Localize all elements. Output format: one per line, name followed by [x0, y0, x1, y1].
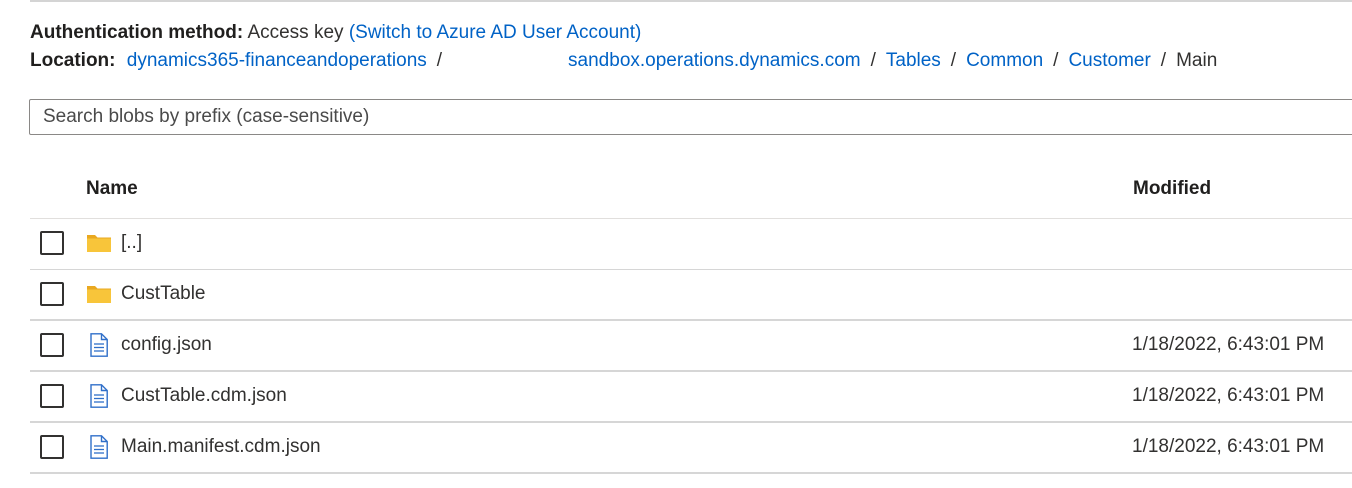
- breadcrumb-separator: /: [1053, 50, 1059, 71]
- row-checkbox[interactable]: [40, 384, 64, 408]
- table-row[interactable]: config.json 1/18/2022, 6:43:01 PM: [30, 321, 1352, 372]
- table-row[interactable]: CustTable: [30, 270, 1352, 321]
- breadcrumb-separator: /: [436, 50, 443, 71]
- row-checkbox[interactable]: [40, 282, 64, 306]
- breadcrumb-common[interactable]: Common: [966, 50, 1043, 71]
- row-modified: 1/18/2022, 6:43:01 PM: [1132, 334, 1325, 355]
- auth-info: Authentication method: Access key (Switc…: [30, 21, 641, 45]
- row-name[interactable]: config.json: [121, 334, 212, 356]
- column-header-name[interactable]: Name: [86, 178, 138, 200]
- location-breadcrumb: Location: dynamics365-financeandoperatio…: [30, 49, 1217, 73]
- row-checkbox[interactable]: [40, 231, 64, 255]
- auth-label: Authentication method:: [30, 22, 244, 43]
- folder-icon: [87, 286, 111, 303]
- file-icon: [90, 435, 108, 459]
- file-icon: [90, 384, 108, 408]
- breadcrumb-account[interactable]: dynamics365-financeandoperations: [127, 50, 427, 71]
- row-name[interactable]: Main.manifest.cdm.json: [121, 436, 321, 458]
- breadcrumb-separator: /: [870, 50, 876, 71]
- table-row[interactable]: Main.manifest.cdm.json 1/18/2022, 6:43:0…: [30, 423, 1352, 474]
- table-row[interactable]: CustTable.cdm.json 1/18/2022, 6:43:01 PM: [30, 372, 1352, 423]
- file-icon: [90, 333, 108, 357]
- top-divider: [30, 0, 1352, 2]
- table-header: Name Modified: [30, 168, 1352, 219]
- folder-icon: [87, 235, 111, 252]
- auth-value: Access key: [247, 22, 344, 43]
- row-name[interactable]: CustTable: [121, 283, 206, 305]
- breadcrumb-current: Main: [1176, 50, 1218, 71]
- row-modified: 1/18/2022, 6:43:01 PM: [1132, 436, 1325, 457]
- breadcrumb-separator: /: [1160, 50, 1167, 71]
- row-name[interactable]: CustTable.cdm.json: [121, 385, 287, 407]
- location-label: Location:: [30, 50, 116, 71]
- row-name[interactable]: [..]: [121, 232, 142, 254]
- column-header-modified[interactable]: Modified: [1133, 178, 1211, 200]
- breadcrumb-separator: /: [950, 50, 957, 71]
- row-checkbox[interactable]: [40, 435, 64, 459]
- blob-list: [..] CustTable config.json 1/18/2022, 6:…: [30, 219, 1352, 474]
- search-input[interactable]: [29, 99, 1352, 135]
- row-checkbox[interactable]: [40, 333, 64, 357]
- switch-auth-link[interactable]: (Switch to Azure AD User Account): [349, 22, 642, 43]
- row-modified: 1/18/2022, 6:43:01 PM: [1132, 385, 1325, 406]
- table-row[interactable]: [..]: [30, 219, 1352, 270]
- breadcrumb-customer[interactable]: Customer: [1068, 50, 1150, 71]
- breadcrumb-tables[interactable]: Tables: [886, 50, 941, 71]
- breadcrumb-container[interactable]: sandbox.operations.dynamics.com: [568, 50, 861, 71]
